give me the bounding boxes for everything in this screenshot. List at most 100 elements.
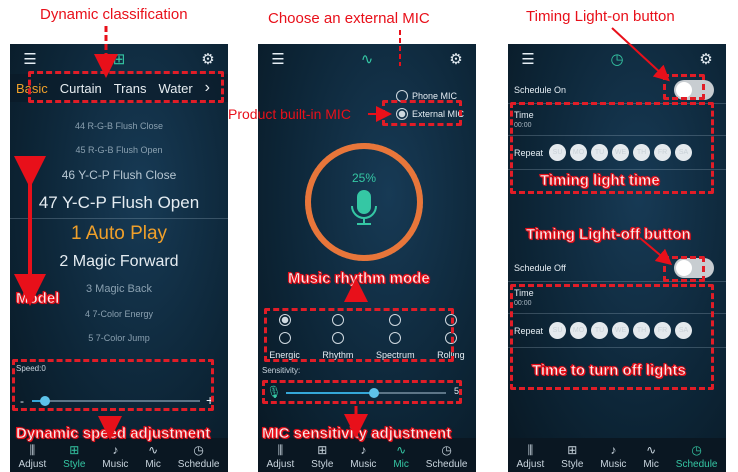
nav-mic[interactable]: ∿ Mic [643,443,659,470]
day-th-toggle[interactable]: TH [633,322,651,339]
nav-label: Schedule [425,459,468,470]
bottom-nav: ⫼ Adjust ⊞ Style ♪ Music ∿ Mic ◷ Schedule [10,438,228,472]
day-fr-toggle[interactable]: FR [654,144,672,161]
on-time-row[interactable]: Time 00:00 [508,104,726,136]
gear-icon[interactable]: ⚙ [446,49,466,69]
nav-mic[interactable]: ∿ Mic [393,443,409,470]
annotation-timing-light-on: Timing Light-on button [526,8,675,25]
day-sa-toggle[interactable]: SA [675,144,693,161]
nav-style[interactable]: ⊞ Style [63,443,85,470]
day-su-toggle[interactable]: SU [549,322,567,339]
mode-item[interactable]: 45 R-G-B Flush Open [10,138,228,162]
rhythm-radio[interactable] [331,314,344,326]
nav-adjust[interactable]: ⫼ Adjust [18,443,46,470]
nav-music[interactable]: ♪ Music [102,443,128,470]
mode-item-selected[interactable]: 1 Auto Play [10,218,228,248]
nav-label: Schedule [675,459,718,470]
nav-label: Style [311,459,334,470]
external-mic-label: External MIC [412,109,465,119]
nav-label: Music [600,459,627,470]
top-bar: ☰ ∿ ⚙ [258,44,476,74]
bottom-nav: ⫼ Adjust ⊞ Style ♪ Music ∿ Mic ◷ Schedule [508,438,726,472]
rhythm-radio[interactable] [389,332,402,344]
top-bar: ☰ ⊞ ⚙ [10,44,228,74]
day-th-toggle[interactable]: TH [633,144,651,161]
sliders-icon: ⫼ [277,443,284,457]
sensitivity-label: Sensitivity: [262,366,301,375]
nav-label: Adjust [18,459,47,470]
nav-label: Style [561,459,584,470]
nav-schedule[interactable]: ◷ Schedule [426,443,468,470]
day-tu-toggle[interactable]: TU [591,144,609,161]
nav-style[interactable]: ⊞ Style [311,443,333,470]
nav-label: Music [350,459,377,470]
rhythm-radio[interactable] [444,332,457,344]
gear-icon[interactable]: ⚙ [696,49,716,69]
rhythm-radio[interactable] [331,332,344,344]
speed-plus[interactable]: + [206,392,214,408]
nav-adjust[interactable]: ⫼ Adjust [266,443,294,470]
phone-mic-radio[interactable] [396,90,408,102]
phone-mic-option[interactable]: Phone MIC [396,90,457,102]
external-mic-option[interactable]: External MIC [396,108,464,120]
annotation-product-builtin-mic: Product built-in MIC [228,106,351,122]
day-fr-toggle[interactable]: FR [654,322,672,339]
rhythm-radio[interactable] [389,314,402,326]
tab-water[interactable]: Water [158,81,192,96]
mode-item[interactable]: 47 Y-C-P Flush Open [10,188,228,218]
rhythm-radio[interactable] [278,314,291,326]
menu-icon[interactable]: ☰ [518,49,538,69]
nav-schedule[interactable]: ◷ Schedule [178,443,220,470]
on-repeat-row: Repeat SU MO TU WE TH FR SA [508,136,726,170]
speed-slider-handle[interactable] [40,396,51,406]
grid-icon: ⊞ [112,50,126,68]
nav-style[interactable]: ⊞ Style [561,443,583,470]
day-mo-toggle[interactable]: MO [570,144,588,161]
chevron-right-icon[interactable]: › [205,79,210,97]
clock-icon: ◷ [441,443,452,457]
nav-mic[interactable]: ∿ Mic [145,443,161,470]
menu-icon[interactable]: ☰ [268,49,288,69]
rhythm-mode-energic[interactable]: Energic [269,314,300,360]
day-sa-toggle[interactable]: SA [675,322,693,339]
rhythm-radio[interactable] [278,332,291,344]
music-icon: ♪ [112,443,119,457]
off-time-row[interactable]: Time 00:00 [508,282,726,314]
nav-label: Style [63,459,86,470]
day-mo-toggle[interactable]: MO [570,322,588,339]
day-we-toggle[interactable]: WE [612,144,630,161]
clock-icon: ◷ [691,443,702,457]
mic-wave-icon: ∿ [646,443,657,457]
day-tu-toggle[interactable]: TU [591,322,609,339]
grid-icon: ⊞ [567,443,578,457]
day-su-toggle[interactable]: SU [549,144,567,161]
speed-slider-track[interactable] [32,400,200,402]
mode-item[interactable]: 2 Magic Forward [10,248,228,276]
nav-schedule[interactable]: ◷ Schedule [676,443,718,470]
mode-item[interactable]: 5 7-Color Jump [10,326,228,350]
rhythm-radio[interactable] [444,314,457,326]
nav-music[interactable]: ♪ Music [350,443,376,470]
menu-icon[interactable]: ☰ [20,49,40,69]
tab-trans[interactable]: Trans [114,81,147,96]
sensitivity-slider-handle[interactable] [369,388,379,398]
rhythm-mode-spectrum[interactable]: Spectrum [376,314,415,360]
gear-icon[interactable]: ⚙ [198,49,218,69]
rhythm-mode-rhythm[interactable]: Rhythm [322,314,353,360]
tab-basic[interactable]: Basic [16,81,48,96]
rhythm-mode-rolling[interactable]: Rolling [437,314,465,360]
mode-item[interactable]: 46 Y-C-P Flush Close [10,162,228,188]
schedule-on-toggle[interactable] [674,79,714,100]
external-mic-radio[interactable] [396,108,408,120]
schedule-off-toggle[interactable] [674,257,714,278]
day-we-toggle[interactable]: WE [612,322,630,339]
time-label: Time [514,288,534,298]
nav-adjust[interactable]: ⫼ Adjust [516,443,544,470]
speed-minus[interactable]: - [20,394,24,408]
nav-music[interactable]: ♪ Music [600,443,626,470]
tab-curtain[interactable]: Curtain [60,81,102,96]
bottom-nav: ⫼ Adjust ⊞ Style ♪ Music ∿ Mic ◷ Schedule [258,438,476,472]
mode-item[interactable]: 44 R-G-B Flush Close [10,114,228,138]
nav-label: Mic [145,459,161,470]
schedule-off-label: Schedule Off [514,262,566,273]
